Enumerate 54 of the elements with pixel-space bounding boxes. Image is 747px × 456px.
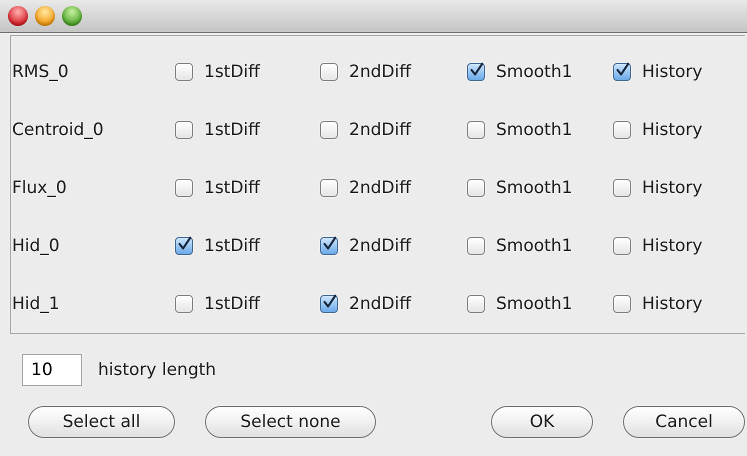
checkbox[interactable] bbox=[320, 121, 338, 139]
history-length-field[interactable]: 10 bbox=[22, 354, 82, 386]
checkbox-option[interactable]: 2ndDiff bbox=[320, 294, 467, 314]
checkbox[interactable] bbox=[320, 63, 338, 81]
checkbox[interactable] bbox=[613, 237, 631, 255]
checkbox-option[interactable]: History bbox=[613, 120, 747, 140]
checkbox-option[interactable]: Smooth1 bbox=[467, 120, 613, 140]
checkbox[interactable] bbox=[467, 295, 485, 313]
checkbox-option[interactable]: Smooth1 bbox=[467, 236, 613, 256]
checkbox-option[interactable]: 2ndDiff bbox=[320, 120, 467, 140]
checkbox-option[interactable]: Smooth1 bbox=[467, 62, 613, 82]
checkbox[interactable] bbox=[467, 121, 485, 139]
checkbox[interactable] bbox=[613, 121, 631, 139]
checkbox-option[interactable]: 2ndDiff bbox=[320, 62, 467, 82]
select-button[interactable]: Select all bbox=[28, 406, 175, 438]
feature-label: Flux_0 bbox=[11, 178, 68, 198]
checkbox-option[interactable]: History bbox=[613, 62, 747, 82]
checkbox[interactable] bbox=[613, 179, 631, 197]
feature-label: Hid_1 bbox=[11, 294, 61, 314]
checkbox[interactable] bbox=[467, 179, 485, 197]
cancel-button[interactable]: Cancel bbox=[623, 406, 745, 438]
feature-label: Hid_0 bbox=[11, 236, 61, 256]
select-button[interactable]: Select none bbox=[205, 406, 376, 438]
checkbox[interactable] bbox=[175, 237, 193, 255]
checkbox[interactable] bbox=[467, 237, 485, 255]
checkbox-option[interactable]: 1stDiff bbox=[175, 120, 320, 140]
checkbox-option[interactable]: 2ndDiff bbox=[320, 236, 467, 256]
checkbox-option[interactable]: 1stDiff bbox=[175, 236, 320, 256]
checkbox-option[interactable]: 1stDiff bbox=[175, 294, 320, 314]
minimize-icon[interactable] bbox=[35, 6, 55, 26]
checkbox[interactable] bbox=[175, 295, 193, 313]
ok-button[interactable]: OK bbox=[491, 406, 593, 438]
checkbox[interactable] bbox=[175, 121, 193, 139]
checkbox-option[interactable]: 2ndDiff bbox=[320, 178, 467, 198]
checkbox[interactable] bbox=[175, 63, 193, 81]
checkbox[interactable] bbox=[320, 179, 338, 197]
checkbox-option[interactable]: 1stDiff bbox=[175, 62, 320, 82]
checkbox[interactable] bbox=[175, 179, 193, 197]
checkbox-option[interactable]: History bbox=[613, 294, 747, 314]
feature-label: RMS_0 bbox=[11, 62, 70, 82]
checkbox[interactable] bbox=[613, 295, 631, 313]
history-length-label: history length bbox=[98, 360, 216, 380]
feature-label: Centroid_0 bbox=[11, 120, 105, 140]
checkbox[interactable] bbox=[467, 63, 485, 81]
checkbox[interactable] bbox=[613, 63, 631, 81]
checkbox-option[interactable]: Smooth1 bbox=[467, 178, 613, 198]
checkbox-option[interactable]: History bbox=[613, 178, 747, 198]
checkbox-option[interactable]: 1stDiff bbox=[175, 178, 320, 198]
checkbox-option[interactable]: Smooth1 bbox=[467, 294, 613, 314]
checkbox[interactable] bbox=[320, 237, 338, 255]
checkbox-option[interactable]: History bbox=[613, 236, 747, 256]
checkbox[interactable] bbox=[320, 295, 338, 313]
close-icon[interactable] bbox=[8, 6, 28, 26]
zoom-icon[interactable] bbox=[62, 6, 82, 26]
